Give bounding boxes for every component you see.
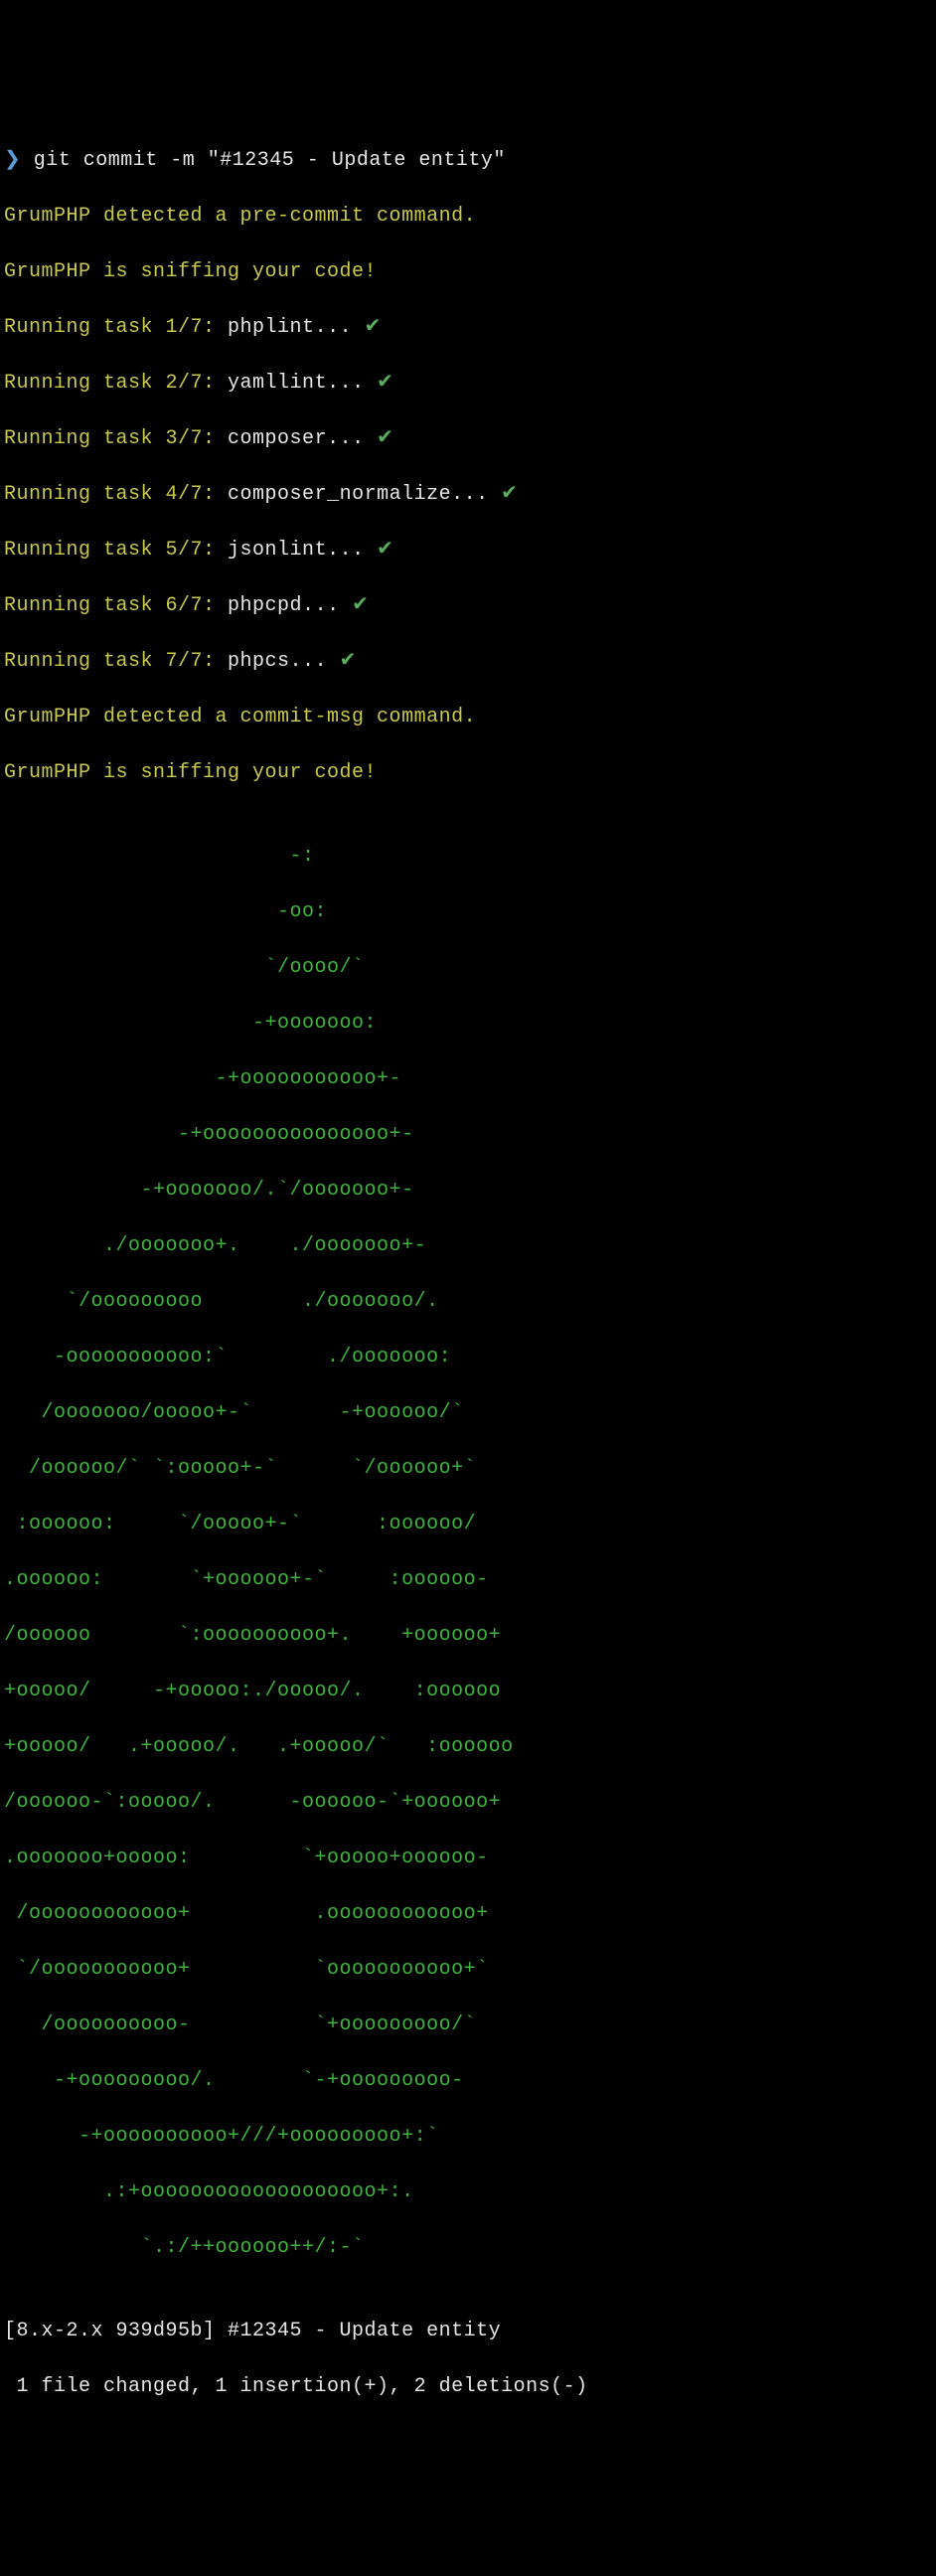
task-row: Running task 7/7: phpcs... ✔ (4, 648, 932, 676)
ascii-line: /oooooo `:oooooooooo+. +oooooo+ (4, 1622, 932, 1650)
task-row: Running task 3/7: composer... ✔ (4, 425, 932, 453)
task-row: Running task 4/7: composer_normalize... … (4, 481, 932, 509)
task-prefix: Running task 7/7: (4, 650, 216, 673)
ascii-line: +ooooo/ -+ooooo:./ooooo/. :oooooo (4, 1678, 932, 1705)
task-name: phplint... (216, 316, 365, 339)
task-row: Running task 2/7: yamllint... ✔ (4, 370, 932, 398)
task-prefix: Running task 4/7: (4, 483, 216, 506)
ascii-line: -+ooooooo/.`/ooooooo+- (4, 1177, 932, 1205)
ascii-line: `/ooooooooooo+ `ooooooooooo+` (4, 1956, 932, 1984)
ascii-line: /ooooooo/ooooo+-` -+oooooo/` (4, 1399, 932, 1427)
check-icon: ✔ (365, 316, 382, 339)
task-row: Running task 6/7: phpcpd... ✔ (4, 592, 932, 620)
ascii-line: `/oooo/` (4, 954, 932, 982)
ascii-line: `.:/++oooooo++/:-` (4, 2234, 932, 2262)
ascii-line: -+ooooooo: (4, 1010, 932, 1038)
commit-stats-line: 1 file changed, 1 insertion(+), 2 deleti… (4, 2373, 932, 2401)
ascii-line: :oooooo: `/ooooo+-` :oooooo/ (4, 1511, 932, 1538)
git-command: git commit -m "#12345 - Update entity" (21, 149, 506, 172)
command-prompt-line[interactable]: ❯ git commit -m "#12345 - Update entity" (4, 147, 932, 175)
task-name: jsonlint... (216, 539, 378, 562)
task-prefix: Running task 2/7: (4, 372, 216, 395)
check-icon: ✔ (377, 539, 393, 562)
grumphp-precommit-message: GrumPHP detected a pre-commit command. (4, 203, 932, 231)
ascii-line: -ooooooooooo:` ./ooooooo: (4, 1344, 932, 1371)
ascii-line: +ooooo/ .+ooooo/. .+ooooo/` :oooooo (4, 1733, 932, 1761)
commit-result-line: [8.x-2.x 939d95b] #12345 - Update entity (4, 2318, 932, 2345)
task-prefix: Running task 1/7: (4, 316, 216, 339)
ascii-line: /oooooo-`:ooooo/. -oooooo-`+oooooo+ (4, 1789, 932, 1817)
ascii-line: -+ooooooooooo+- (4, 1065, 932, 1093)
check-icon: ✔ (377, 427, 393, 450)
task-row: Running task 1/7: phplint... ✔ (4, 314, 932, 342)
check-icon: ✔ (377, 372, 393, 395)
ascii-line: -+ooooooooo/. `-+ooooooooo- (4, 2067, 932, 2095)
ascii-line: -+oooooooooo+///+ooooooooo+:` (4, 2123, 932, 2151)
ascii-line: -: (4, 843, 932, 871)
task-prefix: Running task 3/7: (4, 427, 216, 450)
ascii-line: -oo: (4, 898, 932, 926)
ascii-line: ./ooooooo+. ./ooooooo+- (4, 1232, 932, 1260)
ascii-line: -+ooooooooooooooo+- (4, 1121, 932, 1149)
task-row: Running task 5/7: jsonlint... ✔ (4, 537, 932, 564)
ascii-line: /oooooooooo- `+ooooooooo/` (4, 2012, 932, 2039)
terminal-output: ❯ git commit -m "#12345 - Update entity"… (4, 119, 932, 2429)
ascii-line: .:+ooooooooooooooooooo+:. (4, 2178, 932, 2206)
task-name: yamllint... (216, 372, 378, 395)
grumphp-sniffing-message-2: GrumPHP is sniffing your code! (4, 759, 932, 787)
ascii-line: .ooooooo+ooooo: `+ooooo+oooooo- (4, 1845, 932, 1872)
check-icon: ✔ (340, 650, 357, 673)
grumphp-commitmsg-message: GrumPHP detected a commit-msg command. (4, 704, 932, 731)
check-icon: ✔ (501, 483, 518, 506)
check-icon: ✔ (352, 594, 369, 617)
task-name: composer... (216, 427, 378, 450)
ascii-art-success: -: -oo: `/oooo/` -+ooooooo: -+oooooooooo… (4, 815, 932, 2290)
ascii-line: /oooooo/` `:ooooo+-` `/oooooo+` (4, 1455, 932, 1483)
task-name: phpcpd... (216, 594, 353, 617)
task-prefix: Running task 6/7: (4, 594, 216, 617)
prompt-symbol: ❯ (4, 149, 21, 172)
task-name: composer_normalize... (216, 483, 502, 506)
ascii-line: .oooooo: `+oooooo+-` :oooooo- (4, 1566, 932, 1594)
task-name: phpcs... (216, 650, 340, 673)
task-prefix: Running task 5/7: (4, 539, 216, 562)
grumphp-sniffing-message: GrumPHP is sniffing your code! (4, 258, 932, 286)
ascii-line: `/ooooooooo ./ooooooo/. (4, 1288, 932, 1316)
ascii-line: /oooooooooooo+ .oooooooooooo+ (4, 1900, 932, 1928)
